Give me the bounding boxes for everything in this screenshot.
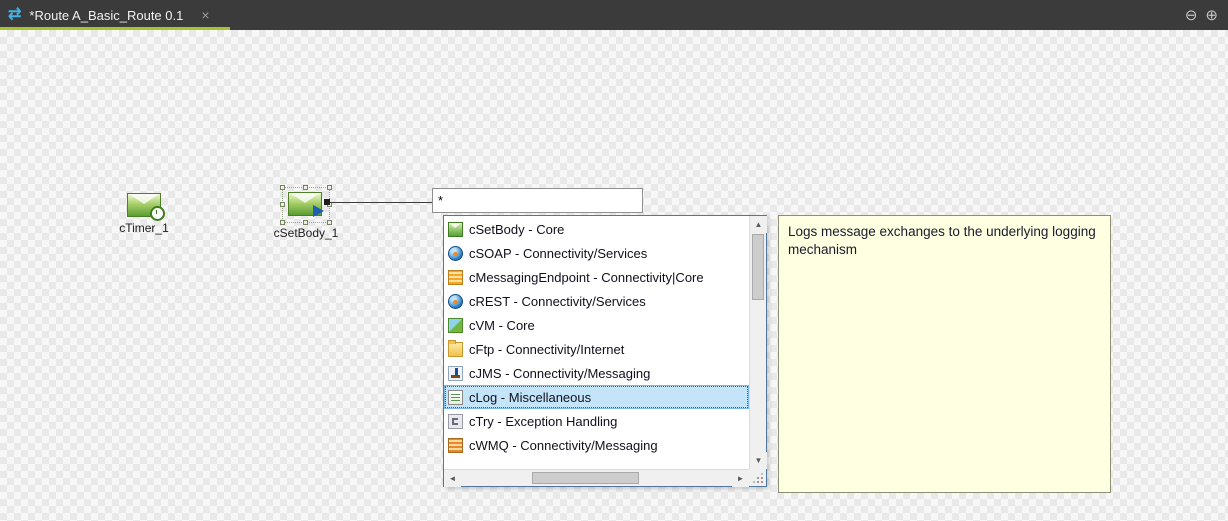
cwmq-icon	[448, 438, 463, 453]
view-controls: ⊖ ⊕	[1185, 0, 1218, 30]
component-ctimer[interactable]: cTimer_1	[112, 193, 176, 235]
scroll-up-icon[interactable]: ▲	[750, 216, 767, 233]
cmessagingendpoint-icon	[448, 270, 463, 285]
maximize-view-icon[interactable]: ⊕	[1205, 6, 1218, 24]
tab-close-icon[interactable]: ×	[201, 7, 209, 23]
assist-item-cftp[interactable]: cFtp - Connectivity/Internet	[444, 337, 749, 361]
selection-handle[interactable]	[280, 220, 285, 225]
assist-item-label: cSetBody - Core	[469, 222, 564, 237]
assist-item-cjms[interactable]: cJMS - Connectivity/Messaging	[444, 361, 749, 385]
content-assist-popup: cSetBody - Core cSOAP - Connectivity/Ser…	[443, 215, 767, 487]
horizontal-scroll-thumb[interactable]	[532, 472, 639, 484]
connection-line	[330, 202, 433, 203]
ctimer-icon	[127, 193, 161, 217]
arrow-icon	[313, 205, 324, 217]
selection-handle[interactable]	[303, 220, 308, 225]
ctry-icon	[448, 414, 463, 429]
assist-item-label: cREST - Connectivity/Services	[469, 294, 646, 309]
assist-item-crest[interactable]: cREST - Connectivity/Services	[444, 289, 749, 313]
assist-item-label: cTry - Exception Handling	[469, 414, 617, 429]
component-label: cSetBody_1	[264, 226, 348, 240]
component-search-input[interactable]	[432, 188, 643, 213]
assist-item-cmessagingendpoint[interactable]: cMessagingEndpoint - Connectivity|Core	[444, 265, 749, 289]
selection-box	[283, 188, 329, 222]
csetbody-icon	[448, 222, 463, 237]
route-icon: ⇄	[8, 7, 21, 23]
assist-item-label: cJMS - Connectivity/Messaging	[469, 366, 650, 381]
assist-item-cvm[interactable]: cVM - Core	[444, 313, 749, 337]
cjms-icon	[448, 366, 463, 381]
selection-handle[interactable]	[303, 185, 308, 190]
assist-item-csoap[interactable]: cSOAP - Connectivity/Services	[444, 241, 749, 265]
csoap-icon	[448, 246, 463, 261]
scroll-right-icon[interactable]: ►	[732, 470, 749, 487]
horizontal-scrollbar[interactable]: ◄ ►	[444, 469, 749, 486]
minimize-view-icon[interactable]: ⊖	[1185, 6, 1198, 24]
clock-icon	[150, 206, 165, 221]
tab-route-a-basic-route[interactable]: ⇄ *Route A_Basic_Route 0.1 ×	[0, 0, 230, 30]
content-assist-list: cSetBody - Core cSOAP - Connectivity/Ser…	[444, 217, 749, 469]
cftp-icon	[448, 342, 463, 357]
route-designer-window: ⇄ *Route A_Basic_Route 0.1 × ⊖ ⊕ cTimer_…	[0, 0, 1228, 521]
route-design-canvas[interactable]: cTimer_1 cSetBody_1	[0, 30, 1228, 521]
selection-handle[interactable]	[327, 185, 332, 190]
vertical-scrollbar[interactable]: ▲ ▼	[749, 216, 766, 469]
vertical-scroll-thumb[interactable]	[752, 234, 764, 300]
selection-handle[interactable]	[327, 220, 332, 225]
assist-item-cwmq[interactable]: cWMQ - Connectivity/Messaging	[444, 433, 749, 457]
assist-item-label: cSOAP - Connectivity/Services	[469, 246, 647, 261]
selection-handle[interactable]	[280, 185, 285, 190]
assist-item-clog[interactable]: cLog - Miscellaneous	[444, 385, 749, 409]
editor-tab-bar: ⇄ *Route A_Basic_Route 0.1 × ⊖ ⊕	[0, 0, 1228, 30]
scroll-down-icon[interactable]: ▼	[750, 452, 767, 469]
assist-item-label: cWMQ - Connectivity/Messaging	[469, 438, 658, 453]
crest-icon	[448, 294, 463, 309]
csetbody-icon	[288, 192, 322, 216]
assist-item-label: cMessagingEndpoint - Connectivity|Core	[469, 270, 704, 285]
assist-item-label: cFtp - Connectivity/Internet	[469, 342, 624, 357]
scroll-left-icon[interactable]: ◄	[444, 470, 461, 487]
assist-item-ctry[interactable]: cTry - Exception Handling	[444, 409, 749, 433]
assist-item-label: cLog - Miscellaneous	[469, 390, 591, 405]
clog-icon	[448, 390, 463, 405]
resize-grip[interactable]	[749, 469, 766, 486]
component-csetbody[interactable]: cSetBody_1	[264, 188, 348, 240]
selection-handle[interactable]	[280, 202, 285, 207]
cvm-icon	[448, 318, 463, 333]
component-label: cTimer_1	[112, 221, 176, 235]
assist-item-csetbody[interactable]: cSetBody - Core	[444, 217, 749, 241]
assist-item-label: cVM - Core	[469, 318, 535, 333]
tab-title: *Route A_Basic_Route 0.1	[29, 8, 183, 23]
tooltip-text: Logs message exchanges to the underlying…	[788, 224, 1096, 257]
component-description-tooltip: Logs message exchanges to the underlying…	[778, 215, 1111, 493]
